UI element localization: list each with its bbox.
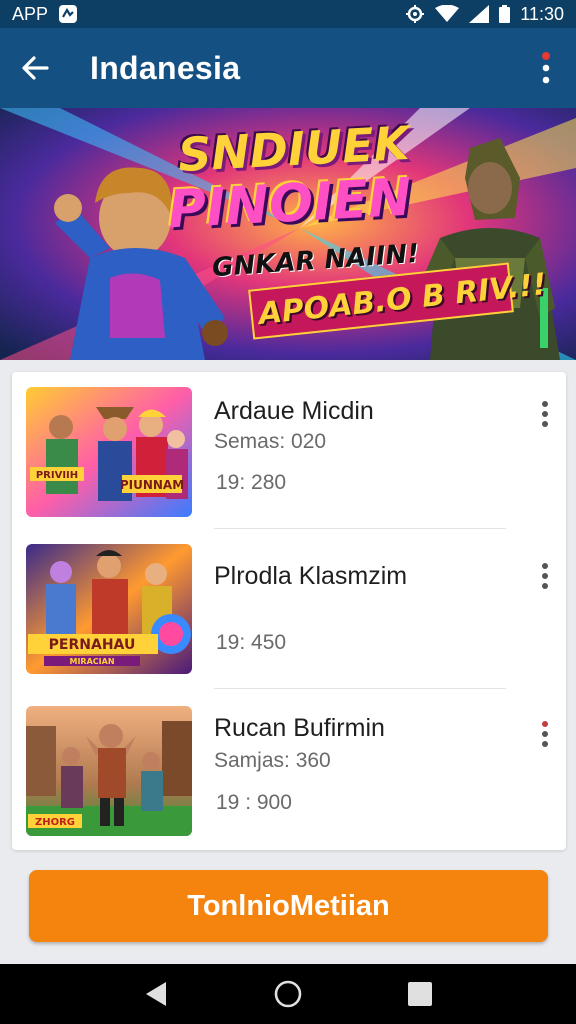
primary-action-button[interactable]: TonlnioMetiian <box>29 870 548 942</box>
back-button[interactable] <box>0 28 70 108</box>
item-overflow-button[interactable] <box>532 556 558 596</box>
item-title: Ardaue Micdin <box>214 397 374 425</box>
app-bar: Indanesia <box>0 28 576 108</box>
banner-headline-line2: PINOIEN <box>166 167 413 241</box>
thumb-caption-5: ZHORG <box>35 817 75 828</box>
game-list: PRIVIIH PIUNNAM Ardaue Micdin Semas: 020… <box>12 372 566 850</box>
promo-banner[interactable]: SNDIUEK PINOIEN GNKAR NAIIN! APOAB.O B R… <box>0 108 576 360</box>
status-time: 11:30 <box>520 3 564 24</box>
list-divider <box>214 528 506 529</box>
nav-home-button[interactable] <box>268 974 308 1014</box>
page-title: Indanesia <box>90 49 241 86</box>
list-item[interactable]: PRIVIIH PIUNNAM Ardaue Micdin Semas: 020… <box>12 372 566 532</box>
system-nav-bar <box>0 964 576 1024</box>
thumb-caption-4: MIRACIAN <box>69 657 114 666</box>
overflow-menu-button[interactable] <box>516 28 576 108</box>
more-vert-icon <box>542 401 548 427</box>
item-thumbnail[interactable]: PRIVIIH PIUNNAM <box>26 387 192 517</box>
item-thumbnail[interactable]: PERNAHAU MIRACIAN <box>26 544 192 674</box>
nav-home-icon <box>274 980 302 1008</box>
list-item[interactable]: PERNAHAU MIRACIAN Plrodla Klasmzim 19: 4… <box>12 532 566 692</box>
list-item[interactable]: ZHORG Rucan Bufirmin Samjas: 360 19 : 90… <box>12 692 566 850</box>
more-vert-icon <box>542 52 550 84</box>
nav-back-button[interactable] <box>136 974 176 1014</box>
thumbnail-art: PERNAHAU MIRACIAN <box>26 544 192 674</box>
thumb-caption-2: PIUNNAM <box>120 478 184 492</box>
item-title: Rucan Bufirmin <box>214 714 385 742</box>
item-time: 19 : 900 <box>216 791 292 814</box>
item-thumbnail[interactable]: ZHORG <box>26 706 192 836</box>
nav-recents-icon <box>408 982 432 1006</box>
back-arrow-icon <box>22 56 49 80</box>
item-overflow-button[interactable] <box>532 714 558 754</box>
nav-recents-button[interactable] <box>400 974 440 1014</box>
more-vert-icon <box>542 563 548 589</box>
thumb-caption-3: PERNAHAU <box>49 637 136 653</box>
item-subtitle: Semas: 020 <box>214 430 327 453</box>
thumbnail-art: ZHORG <box>26 706 192 836</box>
item-time: 19: 280 <box>216 471 287 494</box>
nav-back-icon <box>146 982 166 1006</box>
item-subtitle: Samjas: 360 <box>214 749 331 772</box>
wifi-icon <box>435 5 460 23</box>
status-app-label: APP <box>12 3 49 24</box>
item-overflow-button[interactable] <box>532 394 558 434</box>
battery-icon <box>499 5 511 23</box>
sync-icon <box>405 4 425 24</box>
thumbnail-art: PRIVIIH PIUNNAM <box>26 387 192 517</box>
list-divider <box>214 688 506 689</box>
item-title: Plrodla Klasmzim <box>214 562 408 590</box>
more-vert-icon <box>542 721 548 747</box>
app-notification-icon <box>58 4 78 24</box>
item-time: 19: 450 <box>216 631 287 654</box>
status-bar: APP 11:30 <box>0 0 576 28</box>
signal-icon <box>469 5 490 23</box>
app-screen: APP 11:30 Indanesia SNDIUEK PINOIEN GNKA… <box>0 0 576 1024</box>
thumb-caption-1: PRIVIIH <box>36 470 78 481</box>
